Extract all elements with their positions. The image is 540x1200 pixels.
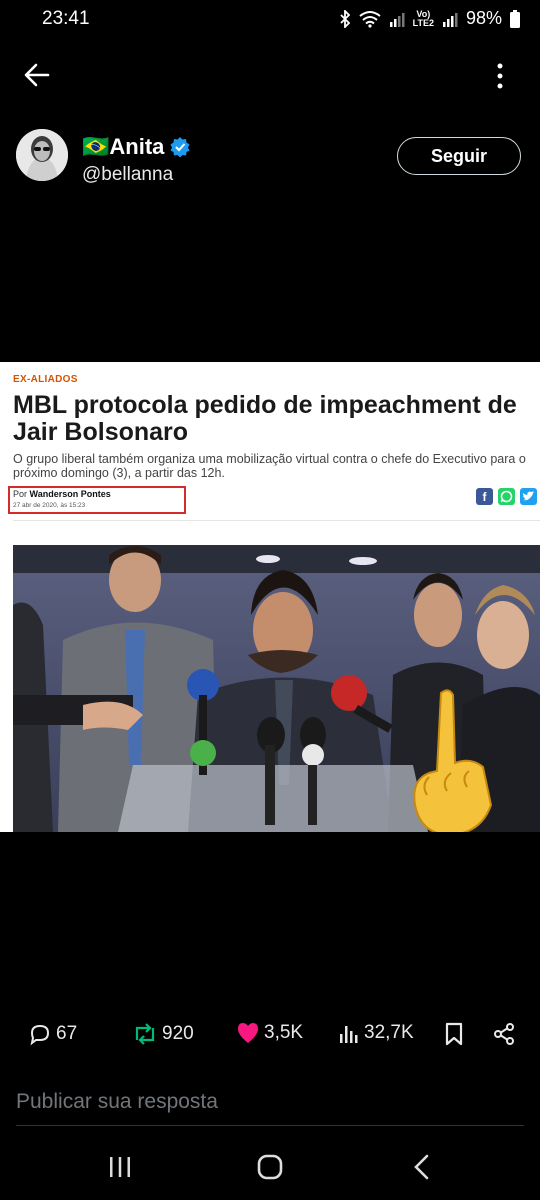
whatsapp-icon [498,488,515,505]
retweet-count: 920 [162,1023,194,1044]
more-options-button[interactable] [488,60,512,92]
views-action[interactable]: 32,7K [338,1022,414,1044]
heart-filled-icon [238,1023,258,1043]
views-count: 32,7K [364,1022,414,1043]
display-name[interactable]: Anita [109,134,164,160]
bookmark-icon [445,1022,463,1046]
system-back-button[interactable] [412,1154,432,1185]
back-button[interactable] [22,60,54,92]
like-action[interactable]: 3,5K [236,1022,303,1044]
verified-badge-icon [170,137,190,157]
tweet-media-image[interactable]: EX-ALIADOS MBL protocola pedido de impea… [0,362,540,832]
home-button[interactable] [257,1154,283,1185]
retweet-action[interactable]: 920 [132,1022,194,1046]
press-conference-photo [13,545,540,832]
bluetooth-icon [339,9,350,28]
divider [13,520,540,521]
reply-input[interactable]: Publicar sua resposta [16,1090,218,1114]
reply-action[interactable]: 67 [28,1022,77,1046]
article-byline: Por Wanderson Pontes [13,489,111,499]
arrow-left-icon [24,63,50,87]
more-vertical-icon [497,63,503,89]
reply-count: 67 [56,1023,78,1044]
article-date: 27 abr de 2020, às 15:23 [13,502,86,509]
avatar-image [16,129,68,181]
user-handle[interactable]: @bellanna [82,164,173,186]
status-bar: 23:41 Vo) LTE2 98% [0,0,540,40]
status-icons: Vo) LTE2 98% [339,8,520,29]
system-navigation-bar [0,1135,540,1200]
wifi-icon [359,10,381,28]
flag-icon: 🇧🇷 [82,134,110,159]
battery-percent: 98% [465,8,502,28]
twitter-bird-icon [520,488,537,505]
byline-prefix: Por [13,489,28,499]
signal-icon [442,12,458,27]
signal-icon [389,12,405,27]
views-chart-icon [340,1026,358,1043]
avatar[interactable] [16,129,68,181]
article-kicker: EX-ALIADOS [13,374,78,385]
retweet-icon [135,1023,155,1045]
follow-button[interactable]: Seguir [397,137,521,175]
recent-apps-button[interactable] [108,1155,132,1184]
display-name-row[interactable]: 🇧🇷 Anita [82,134,190,160]
like-count: 3,5K [264,1022,304,1043]
share-button[interactable] [492,1022,516,1046]
battery-icon [510,9,520,28]
share-icon [494,1023,514,1045]
bookmark-button[interactable] [444,1022,464,1046]
article-summary: O grupo liberal também organiza uma mobi… [13,452,526,480]
recent-apps-icon [110,1157,130,1177]
reply-divider [16,1125,524,1126]
status-time: 23:41 [42,8,90,29]
article-author: Wanderson Pontes [29,489,111,499]
facebook-icon: f [476,488,493,505]
home-icon [257,1154,283,1180]
chevron-left-icon [414,1154,429,1180]
article-headline: MBL protocola pedido de impeachment de J… [13,391,517,446]
lte-indicator: Vo) LTE2 [412,8,434,28]
comment-icon [30,1024,50,1046]
